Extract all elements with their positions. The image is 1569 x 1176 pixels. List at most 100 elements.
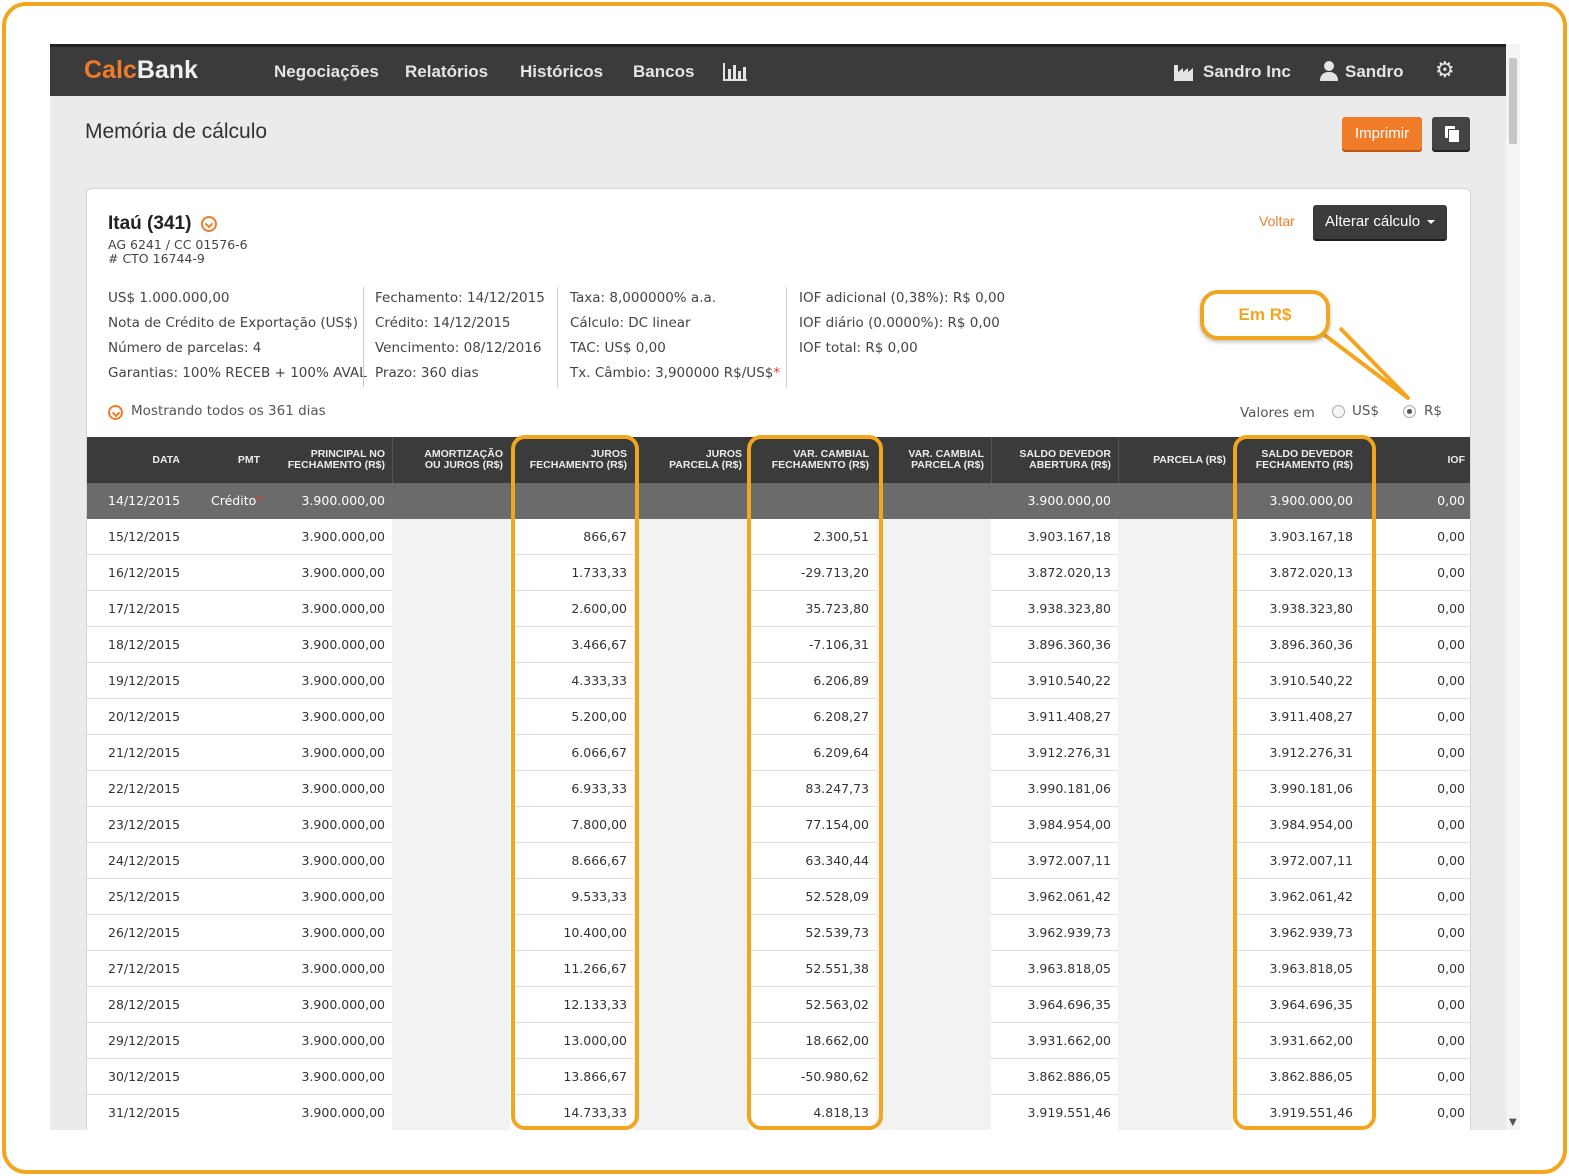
column-header: PRINCIPAL NO FECHAMENTO (R$) — [287, 448, 385, 471]
table-cell: 3.900.000,00 — [301, 925, 386, 940]
page-scrollbar[interactable]: ▼ — [1506, 44, 1520, 1130]
bank-chevron-icon[interactable] — [201, 216, 217, 232]
table-cell: 3.900.000,00 — [301, 1069, 386, 1084]
table-cell — [634, 807, 749, 843]
table-cell — [392, 483, 510, 519]
table-cell — [876, 735, 991, 771]
table-cell — [876, 879, 991, 915]
table-cell: 0,00 — [1437, 781, 1465, 796]
table-cell: 0,00 — [1437, 997, 1465, 1012]
table-cell — [876, 987, 991, 1023]
table-cell — [634, 771, 749, 807]
top-navbar: CalcBank Negociações Relatórios Históric… — [50, 44, 1506, 96]
table-cell — [1118, 591, 1233, 627]
table-cell — [392, 663, 510, 699]
nav-relatorios[interactable]: Relatórios — [405, 62, 488, 82]
table-cell — [634, 627, 749, 663]
table-cell — [1118, 1059, 1233, 1095]
table-cell — [187, 987, 267, 1023]
table-cell — [634, 699, 749, 735]
nav-negociacoes[interactable]: Negociações — [274, 62, 379, 82]
table-cell: 3.912.276,31 — [1027, 745, 1112, 760]
table-cell: 3.900.000,00 — [301, 529, 386, 544]
table-cell — [876, 1059, 991, 1095]
column-header: JUROS PARCELA (R$) — [669, 448, 742, 471]
table-cell — [187, 807, 267, 843]
table-cell: 16/12/2015 — [108, 565, 181, 580]
table-cell — [392, 591, 510, 627]
alter-calculation-button[interactable]: Alterar cálculo — [1313, 205, 1447, 239]
app-window: CalcBank Negociações Relatórios Históric… — [50, 44, 1520, 1130]
scroll-down-arrow[interactable]: ▼ — [1509, 1117, 1517, 1128]
copy-button[interactable] — [1432, 117, 1470, 150]
print-button[interactable]: Imprimir — [1342, 117, 1422, 150]
table-cell: 28/12/2015 — [108, 997, 181, 1012]
back-link[interactable]: Voltar — [1259, 213, 1295, 229]
screenshot-frame: CalcBank Negociações Relatórios Históric… — [2, 2, 1567, 1174]
info-column-iof: IOF adicional (0,38%): R$ 0,00 IOF diário… — [799, 290, 1006, 356]
column-header: DATA — [152, 453, 180, 466]
values-in-label: Valores em — [1240, 405, 1315, 421]
table-cell — [876, 627, 991, 663]
bar-chart-icon[interactable] — [723, 61, 747, 81]
highlight-saldo-devedor-fechamento — [1233, 435, 1376, 1130]
company-menu[interactable]: Sandro Inc — [1203, 62, 1291, 82]
table-cell — [634, 843, 749, 879]
table-cell — [187, 771, 267, 807]
table-cell: 0,00 — [1437, 853, 1465, 868]
radio-brl-label[interactable]: R$ — [1424, 403, 1442, 419]
table-cell — [876, 699, 991, 735]
radio-usd[interactable] — [1332, 405, 1345, 418]
table-cell — [634, 915, 749, 951]
divider — [786, 287, 787, 387]
table-cell — [1118, 699, 1233, 735]
table-cell: 25/12/2015 — [108, 889, 181, 904]
table-cell — [187, 1095, 267, 1130]
table-cell — [876, 843, 991, 879]
table-cell: 0,00 — [1437, 745, 1465, 760]
table-cell — [876, 483, 991, 519]
info-column-amount: US$ 1.000.000,00 Nota de Crédito de Expor… — [108, 290, 367, 381]
radio-usd-label[interactable]: US$ — [1352, 403, 1379, 419]
gear-icon[interactable]: ⚙ — [1435, 60, 1457, 82]
user-menu[interactable]: Sandro — [1345, 62, 1404, 82]
table-cell — [876, 591, 991, 627]
table-cell — [392, 807, 510, 843]
nav-historicos[interactable]: Históricos — [520, 62, 603, 82]
table-cell — [876, 1023, 991, 1059]
table-cell: 3.900.000,00 — [301, 565, 386, 580]
table-cell: 3.900.000,00 — [301, 601, 386, 616]
calcbank-logo[interactable]: CalcBank — [84, 56, 198, 85]
table-cell: 3.931.662,00 — [1027, 1033, 1112, 1048]
table-cell — [634, 591, 749, 627]
table-cell — [1118, 771, 1233, 807]
table-cell — [392, 951, 510, 987]
table-cell: 23/12/2015 — [108, 817, 181, 832]
table-cell: 0,00 — [1437, 493, 1465, 508]
table-cell — [392, 843, 510, 879]
scrollbar-thumb[interactable] — [1509, 58, 1517, 144]
table-cell: 18/12/2015 — [108, 637, 181, 652]
table-cell: 0,00 — [1437, 817, 1465, 832]
table-cell: 3.938.323,80 — [1027, 601, 1112, 616]
table-cell — [392, 1023, 510, 1059]
table-cell: 26/12/2015 — [108, 925, 181, 940]
radio-brl[interactable] — [1403, 405, 1416, 418]
table-cell — [187, 1059, 267, 1095]
table-cell — [187, 1023, 267, 1059]
agency-account: AG 6241 / CC 01576-6 — [108, 237, 248, 252]
table-cell: 3.900.000,00 — [301, 781, 386, 796]
table-cell — [392, 987, 510, 1023]
chevron-down-icon[interactable] — [108, 405, 123, 420]
table-cell — [1118, 951, 1233, 987]
table-cell: 14/12/2015 — [108, 493, 181, 508]
table-cell: 3.862.886,05 — [1027, 1069, 1112, 1084]
nav-bancos[interactable]: Bancos — [633, 62, 694, 82]
table-cell — [1118, 663, 1233, 699]
table-cell: 0,00 — [1437, 925, 1465, 940]
table-cell: 21/12/2015 — [108, 745, 181, 760]
column-header: AMORTIZAÇÃO OU JUROS (R$) — [392, 437, 510, 483]
table-cell: 3.872.020,13 — [1027, 565, 1112, 580]
table-cell — [1118, 879, 1233, 915]
table-cell — [876, 663, 991, 699]
